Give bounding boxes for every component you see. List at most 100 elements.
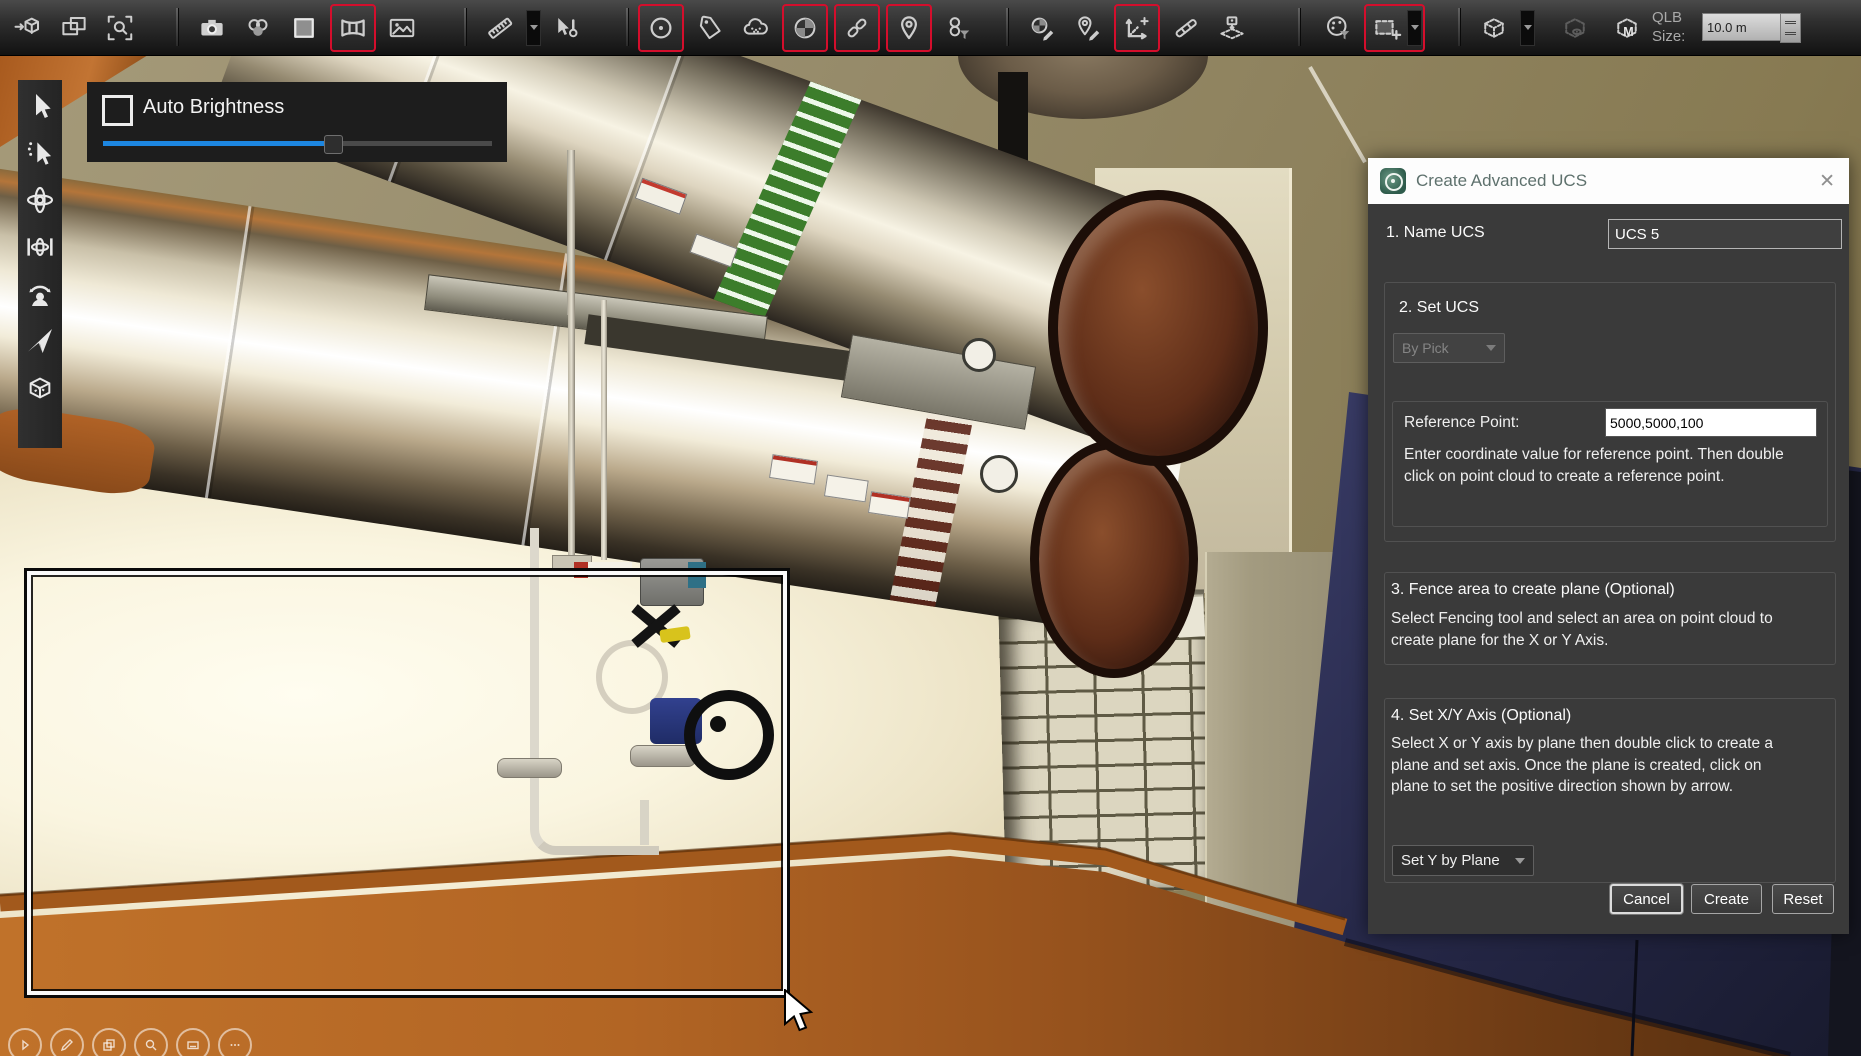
limit-box-view-icon[interactable] [1555, 7, 1595, 49]
sphere-target-icon[interactable] [785, 7, 825, 49]
gauge [980, 455, 1018, 493]
chevron-down-icon [1515, 858, 1525, 864]
step1-label: 1. Name UCS [1386, 224, 1485, 242]
appearance-filter-icon[interactable] [1318, 7, 1358, 49]
toolbar-group-measure [480, 6, 587, 49]
axis-mode-value: Set Y by Plane [1401, 852, 1500, 869]
qlb-size-label: QLB Size: [1652, 8, 1685, 46]
panorama-active [330, 4, 376, 52]
brightness-slider-handle[interactable] [324, 135, 343, 154]
create-button[interactable]: Create [1691, 884, 1762, 914]
cancel-button[interactable]: Cancel [1610, 884, 1683, 914]
toolbar-group-view [8, 6, 140, 49]
chevron-down-icon [1524, 25, 1532, 30]
set-ucs-mode-value: By Pick [1402, 340, 1449, 356]
pipe-label [635, 178, 688, 215]
color-circles-icon[interactable] [238, 7, 278, 49]
fly-icon[interactable] [24, 325, 56, 357]
solid-gray-icon[interactable] [284, 7, 324, 49]
toolbar-separator [1458, 8, 1460, 46]
copy-views-icon[interactable] [92, 1028, 126, 1056]
keyboard-panel-icon[interactable] [176, 1028, 210, 1056]
reference-point-input[interactable] [1605, 408, 1817, 437]
conduit [601, 300, 607, 560]
fence-selection-rectangle [24, 568, 790, 998]
left-toolbar [18, 80, 62, 448]
sphere-target-edit-icon[interactable] [1022, 7, 1062, 49]
dialog-header[interactable]: Create Advanced UCS ✕ [1368, 158, 1849, 204]
close-icon[interactable]: ✕ [1819, 170, 1835, 193]
limit-box-icon[interactable] [1474, 7, 1514, 49]
gauge [962, 338, 996, 372]
pipe-label [868, 491, 911, 519]
orbit-icon[interactable] [24, 184, 56, 216]
target-active [638, 4, 684, 52]
pointcloud-export-icon[interactable] [8, 7, 48, 49]
reference-help-text: Enter coordinate value for reference poi… [1404, 444, 1816, 487]
measure-ruler-icon[interactable] [480, 7, 520, 49]
pin-edit-icon[interactable] [1068, 7, 1108, 49]
auto-brightness-checkbox[interactable] [102, 95, 133, 126]
ucs-name-input[interactable] [1608, 219, 1842, 249]
reference-point-box: Reference Point: Enter coordinate value … [1392, 401, 1828, 527]
toolbar-group-targets [638, 6, 978, 49]
toolbar-group-edit [1022, 6, 1252, 49]
qlb-size-input[interactable] [1702, 13, 1788, 41]
toolbar-group-selection [1318, 6, 1425, 49]
set-ucs-groupbox: 2. Set UCS By Pick Reference Point: Ente… [1384, 282, 1836, 542]
viewport-quick-bar [8, 1028, 252, 1056]
pipe-label [824, 474, 869, 502]
measure-dropdown[interactable] [526, 10, 541, 46]
pointcloud-icon[interactable] [736, 7, 776, 49]
limit-box-dropdown[interactable] [1520, 10, 1535, 46]
toolbar-separator [1006, 8, 1008, 46]
image-view-icon[interactable] [382, 7, 422, 49]
step3-label: 3. Fence area to create plane (Optional) [1391, 581, 1675, 599]
toolbar-separator [464, 8, 466, 46]
toolbar-group-render [192, 6, 422, 49]
set-ucs-mode-dropdown[interactable]: By Pick [1393, 333, 1505, 363]
axis-mode-dropdown[interactable]: Set Y by Plane [1392, 845, 1534, 876]
brightness-slider-fill [103, 141, 332, 146]
target-icon[interactable] [641, 7, 681, 49]
examine-box-icon[interactable] [24, 372, 56, 404]
set-axis-groupbox: 4. Set X/Y Axis (Optional) Select X or Y… [1384, 698, 1836, 883]
level-icon[interactable] [1166, 7, 1206, 49]
more-icon[interactable] [218, 1028, 252, 1056]
link-active [834, 4, 880, 52]
brightness-slider[interactable] [103, 141, 492, 146]
create-ucs-icon[interactable] [1117, 7, 1157, 49]
chevron-down-icon [530, 25, 538, 30]
find-icon[interactable] [134, 1028, 168, 1056]
qlb-size-spinner[interactable] [1780, 13, 1801, 43]
project-plane-icon[interactable] [1212, 7, 1252, 49]
play-icon[interactable] [8, 1028, 42, 1056]
step4-help-text: Select X or Y axis by plane then double … [1391, 733, 1803, 798]
pipe-seam [205, 206, 252, 498]
snapshot-icon[interactable] [192, 7, 232, 49]
application-window: M QLB Size: Auto Brightness [0, 0, 1861, 1056]
toolbar-separator [176, 8, 178, 46]
panorama-icon[interactable] [333, 7, 373, 49]
limit-box-manager-icon[interactable]: M [1607, 7, 1647, 49]
link-icon[interactable] [837, 7, 877, 49]
constrained-orbit-icon[interactable] [24, 231, 56, 263]
cascade-windows-icon[interactable] [54, 7, 94, 49]
app-logo-icon [1380, 168, 1406, 194]
zoom-region-icon[interactable] [100, 7, 140, 49]
tag-icon[interactable] [690, 7, 730, 49]
annotate-icon[interactable] [50, 1028, 84, 1056]
probe-cursor-icon[interactable] [547, 7, 587, 49]
reset-button[interactable]: Reset [1772, 884, 1834, 914]
multi-select-icon[interactable] [24, 137, 56, 169]
fence-selection-icon[interactable] [1367, 7, 1407, 49]
select-icon[interactable] [24, 90, 56, 122]
station-view-icon[interactable] [24, 278, 56, 310]
dialog-title: Create Advanced UCS [1416, 171, 1587, 191]
pin-icon[interactable] [889, 7, 929, 49]
fence-selection-dropdown[interactable] [1407, 10, 1422, 46]
pin-active [886, 4, 932, 52]
create-advanced-ucs-dialog: Create Advanced UCS ✕ 1. Name UCS 2. Set… [1368, 158, 1849, 934]
station-filter-icon[interactable] [938, 7, 978, 49]
reference-point-label: Reference Point: [1404, 414, 1519, 432]
